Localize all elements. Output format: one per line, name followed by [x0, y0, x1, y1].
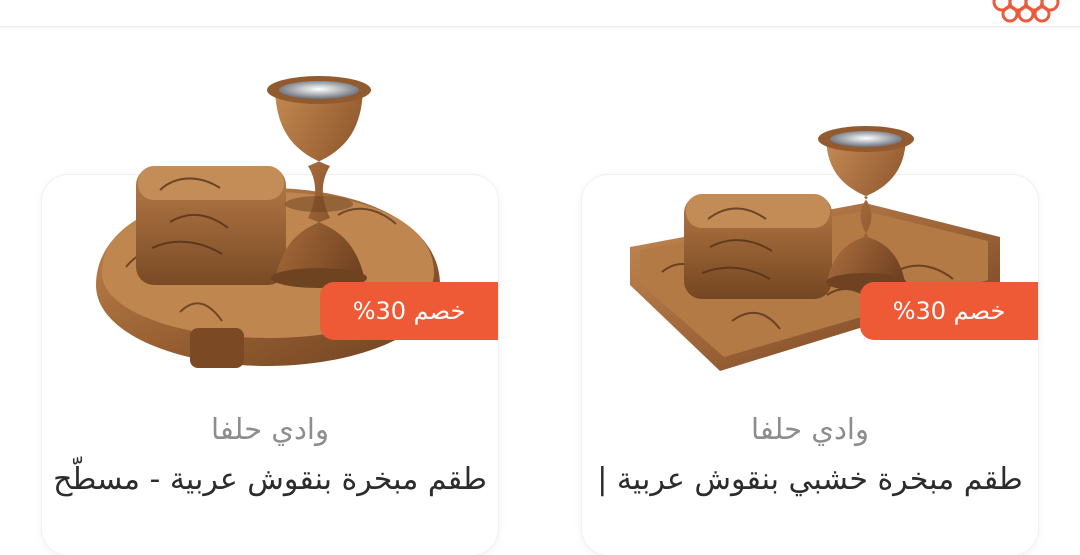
discount-badge: خصم 30% — [860, 282, 1038, 340]
product-brand: وادي حلفا — [751, 412, 869, 446]
brand-logo-icon[interactable] — [988, 0, 1060, 26]
discount-badge: خصم 30% — [320, 282, 498, 340]
top-bar — [0, 0, 1080, 27]
product-brand: وادي حلفا — [211, 412, 329, 446]
product-title[interactable]: طقم مبخرة خشبي بنقوش عربية | — [582, 458, 1038, 502]
product-title[interactable]: طقم مبخرة بنقوش عربية - مسطّح — [42, 458, 498, 502]
